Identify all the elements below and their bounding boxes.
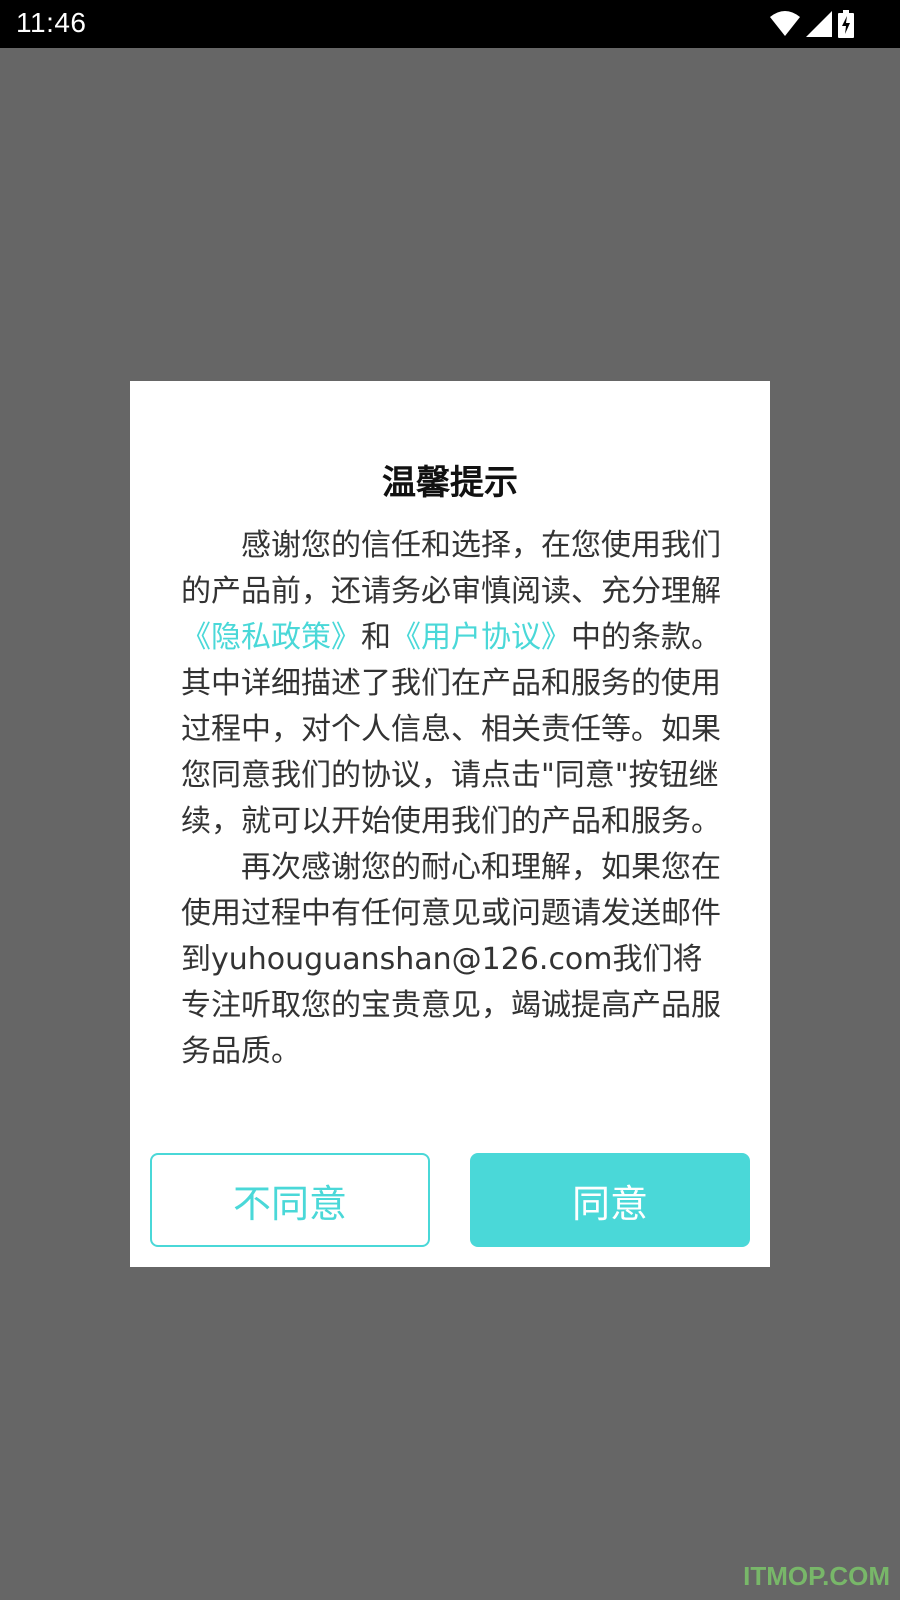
status-bar: 11:46: [0, 0, 900, 48]
dialog-paragraph-1: 感谢您的信任和选择，在您使用我们的产品前，还请务必审慎阅读、充分理解《隐私政策》…: [181, 523, 721, 845]
dialog-paragraph-2: 再次感谢您的耐心和理解，如果您在使用过程中有任何意见或问题请发送邮件到yuhou…: [181, 850, 721, 1069]
battery-charging-icon: [838, 10, 854, 38]
status-icons: [770, 10, 854, 38]
privacy-policy-link[interactable]: 《隐私政策》: [181, 620, 361, 655]
watermark-logo: ITMOP.COM: [743, 1561, 890, 1591]
user-agreement-link[interactable]: 《用户协议》: [391, 620, 571, 655]
dialog-title: 温馨提示: [382, 463, 518, 503]
disagree-button[interactable]: 不同意: [150, 1153, 430, 1247]
para1-and-text: 和: [361, 620, 391, 655]
cell-signal-icon: [806, 11, 832, 37]
privacy-dialog: 温馨提示 感谢您的信任和选择，在您使用我们的产品前，还请务必审慎阅读、充分理解《…: [130, 381, 770, 1267]
dialog-body: 感谢您的信任和选择，在您使用我们的产品前，还请务必审慎阅读、充分理解《隐私政策》…: [181, 523, 721, 1075]
wifi-icon: [770, 11, 800, 37]
para1-intro-text: 感谢您的信任和选择，在您使用我们的产品前，还请务必审慎阅读、充分理解: [181, 528, 721, 609]
agree-button[interactable]: 同意: [470, 1153, 750, 1247]
status-time: 11:46: [16, 7, 87, 38]
